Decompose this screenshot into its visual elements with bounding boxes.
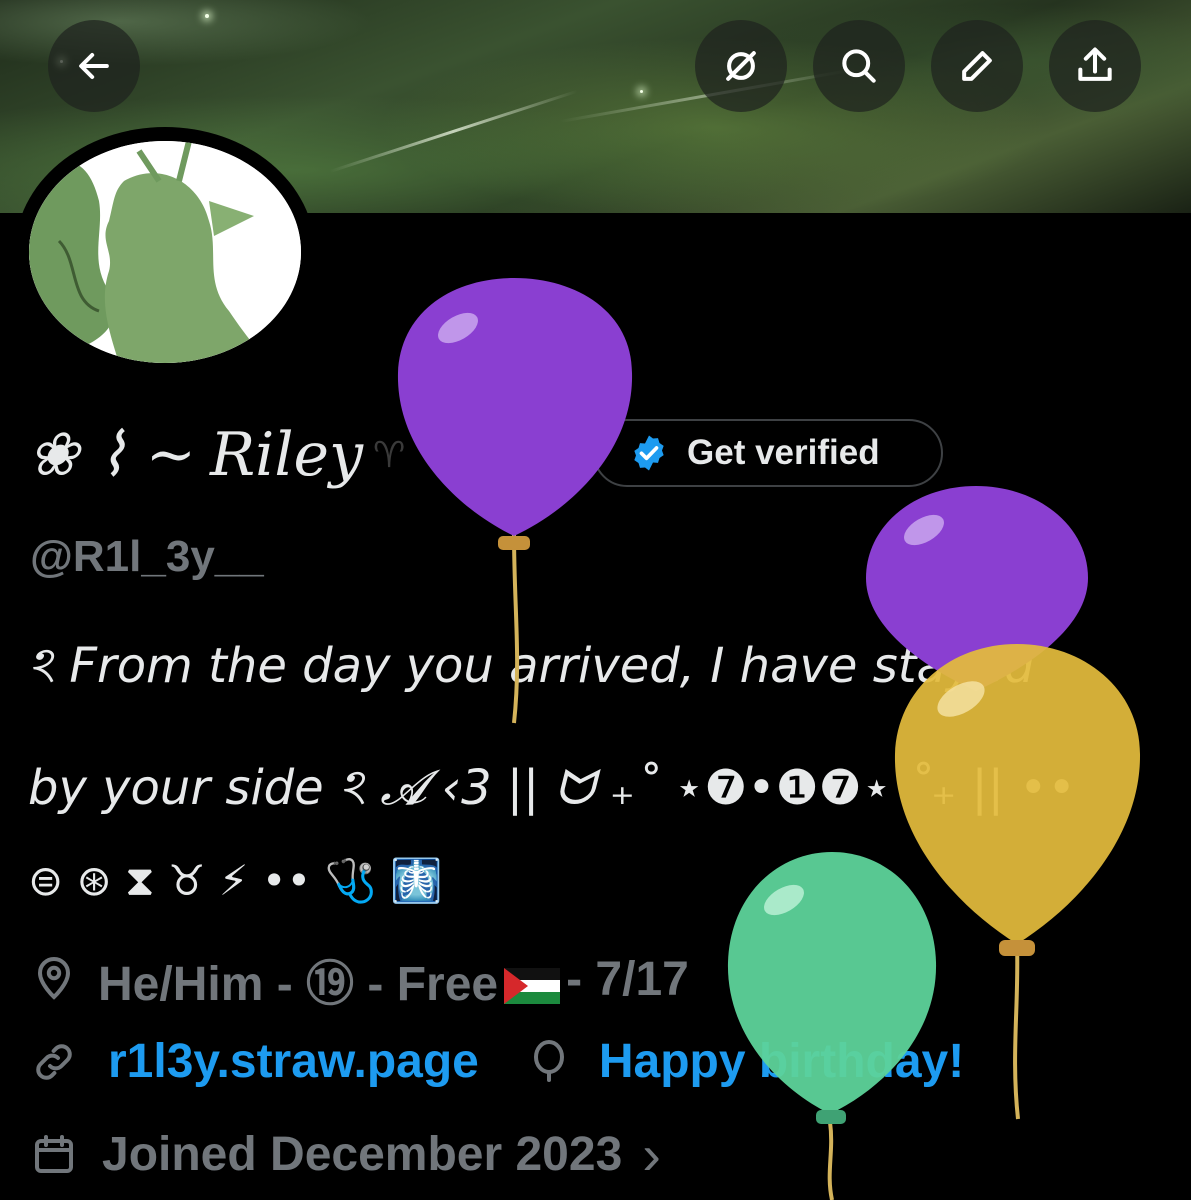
banner-streak xyxy=(329,89,578,173)
banner-star xyxy=(640,90,643,93)
name-prefix: ❀ ⌇ ~ xyxy=(28,420,196,490)
zodiac-symbol: ♈ xyxy=(372,434,406,476)
mute-icon xyxy=(726,51,756,81)
location-row: He/Him - ⑲ - Free - 7/17 xyxy=(30,944,689,1014)
bio-line: ঽ From the day you arrived, I have staye… xyxy=(28,638,1035,694)
joined-row[interactable]: Joined December 2023 › xyxy=(30,1122,661,1187)
location-text: He/Him - ⑲ - Free xyxy=(98,958,499,1011)
user-handle: @R1l_3y__ xyxy=(30,532,264,581)
avatar-image xyxy=(29,141,301,363)
chevron-right-icon: › xyxy=(642,1123,661,1186)
link-icon xyxy=(30,1038,78,1086)
profile-avatar[interactable] xyxy=(15,127,315,377)
calendar-icon xyxy=(30,1131,78,1179)
back-button[interactable] xyxy=(48,20,140,112)
display-name: ❀ ⌇ ~ Riley ♈ xyxy=(28,420,405,490)
website-link[interactable]: r1l3y.straw.page xyxy=(108,1034,479,1089)
joined-text: Joined December 2023 xyxy=(102,1128,623,1181)
share-button[interactable] xyxy=(1049,20,1141,112)
location-pin-icon xyxy=(30,955,78,1003)
banner-star xyxy=(205,14,209,18)
search-icon xyxy=(842,49,876,83)
arrow-left-icon xyxy=(79,52,109,80)
search-button[interactable] xyxy=(813,20,905,112)
edit-button[interactable] xyxy=(931,20,1023,112)
mute-button[interactable] xyxy=(695,20,787,112)
bio-line: ⊜ ⊛ ⧗ ♉ ⚡ •• 🩺 🩻 xyxy=(28,856,443,905)
green-balloon xyxy=(727,852,937,1200)
balloon-icon xyxy=(525,1038,573,1086)
location-tail: - 7/17 xyxy=(566,952,689,1006)
website-row: r1l3y.straw.page Happy birthday! xyxy=(30,1034,964,1089)
bio-line: by your side ঽ 𝓐 ‹3 || ᗢ ₊˚ ⋆❼•❶❼⋆ ˚₊ ||… xyxy=(28,760,1076,816)
share-icon xyxy=(1078,47,1112,81)
get-verified-button[interactable]: Get verified xyxy=(593,419,943,487)
palestine-flag-icon xyxy=(504,961,561,1004)
edit-icon xyxy=(962,51,992,81)
get-verified-label: Get verified xyxy=(687,433,880,472)
birthday-link[interactable]: Happy birthday! xyxy=(599,1034,964,1089)
verified-badge-icon xyxy=(634,435,664,471)
name-text: Riley xyxy=(210,420,363,490)
